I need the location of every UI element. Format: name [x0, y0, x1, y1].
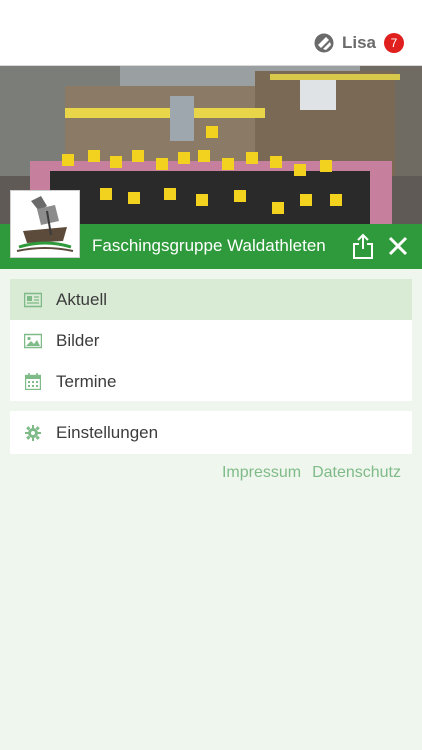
notification-badge[interactable]: 7 — [384, 33, 404, 53]
newspaper-icon — [24, 291, 42, 309]
menu-label: Aktuell — [56, 289, 108, 309]
settings-menu: Einstellungen — [10, 411, 412, 454]
image-icon — [24, 332, 42, 350]
impressum-link[interactable]: Impressum — [222, 464, 301, 482]
share-icon[interactable] — [352, 233, 374, 259]
club-title: Faschingsgruppe Waldathleten — [92, 236, 326, 255]
datenschutz-link[interactable]: Datenschutz — [312, 464, 401, 482]
footer-links: Impressum Datenschutz — [211, 464, 401, 482]
menu-item-bilder[interactable]: Bilder — [10, 320, 412, 361]
calendar-icon — [24, 373, 42, 391]
menu-item-termine[interactable]: Termine — [10, 361, 412, 402]
user-area[interactable]: Lisa 7 — [314, 33, 404, 53]
main-menu: Aktuell Bilder Termine — [10, 279, 412, 401]
club-logo — [10, 190, 80, 258]
gear-icon — [24, 424, 42, 442]
username[interactable]: Lisa — [342, 33, 376, 53]
menu-item-einstellungen[interactable]: Einstellungen — [10, 411, 412, 454]
menu-label: Einstellungen — [56, 422, 159, 442]
app-logo-icon — [314, 33, 334, 53]
close-icon[interactable] — [386, 234, 410, 258]
top-bar: Lisa 7 — [0, 0, 422, 66]
menu-item-aktuell[interactable]: Aktuell — [10, 279, 412, 320]
menu-label: Bilder — [56, 330, 100, 350]
menu-label: Termine — [56, 371, 117, 391]
